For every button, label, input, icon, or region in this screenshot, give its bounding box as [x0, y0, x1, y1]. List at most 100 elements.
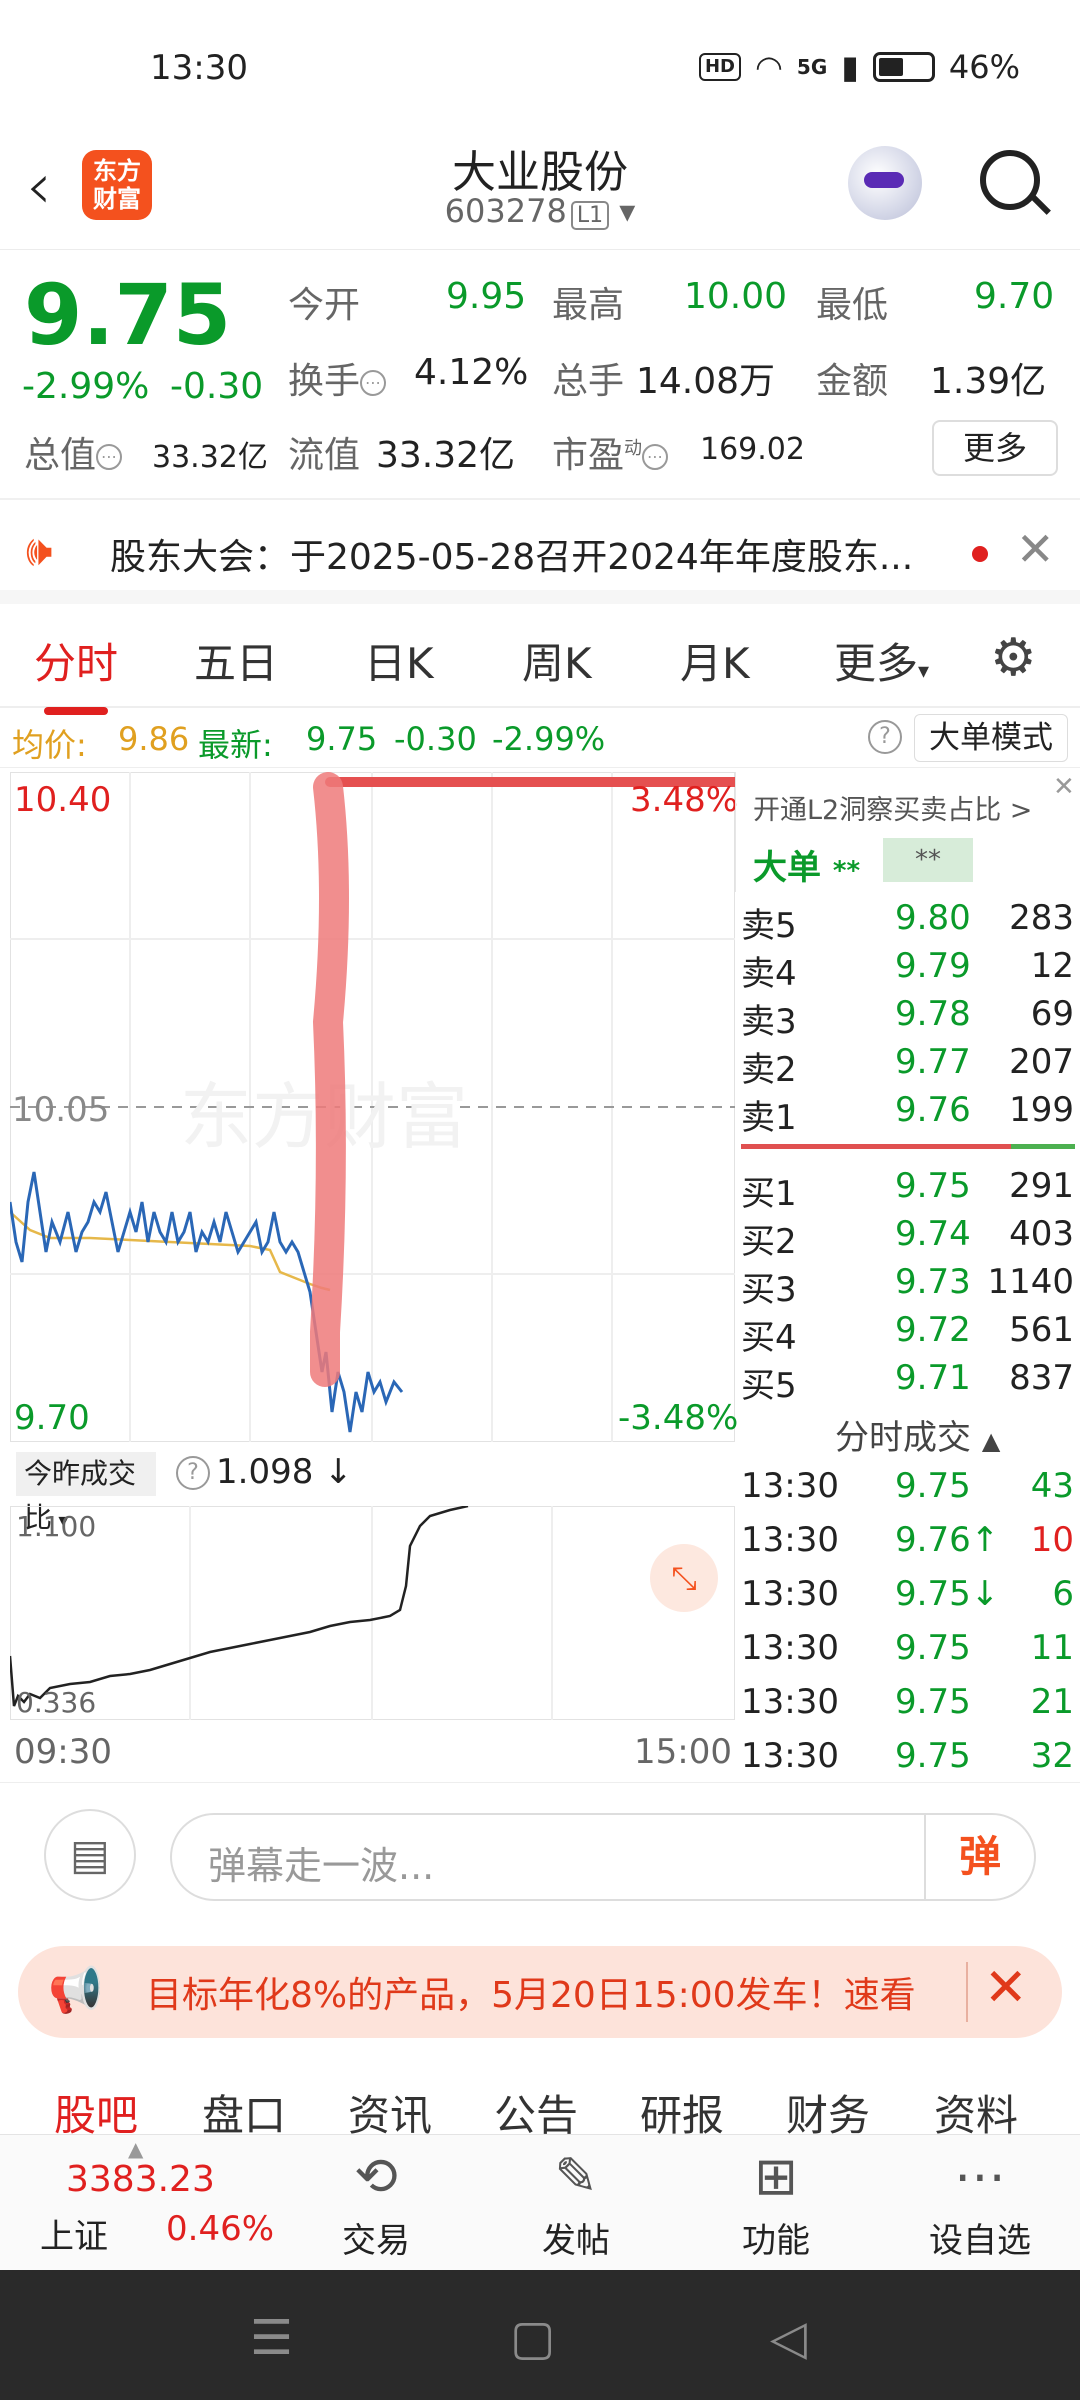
change-amount: -0.30	[170, 366, 264, 407]
ratio-chart-svg	[10, 1506, 735, 1720]
y-top-price: 10.40	[14, 780, 112, 820]
status-icons: HD ◠ 5G ▮ 46%	[698, 48, 1020, 86]
index-name[interactable]: 上证	[40, 2209, 108, 2258]
volume-label: 总手	[552, 361, 625, 402]
help-icon[interactable]: ?	[868, 720, 902, 754]
close-icon[interactable]: ✕	[1016, 522, 1055, 576]
price-info-bar: 均价: 9.86 最新: 9.75 -0.30 -2.99% ? 大单模式	[0, 708, 1080, 768]
divider	[966, 1962, 968, 2022]
tick-row: 13:30 9.75 32	[741, 1736, 1074, 1776]
tick-row: 13:30 9.75↓ 6	[741, 1574, 1074, 1614]
big-order-box: **	[883, 838, 973, 882]
avg-value: 9.86	[118, 720, 190, 758]
signal-icon: ▮	[841, 48, 859, 86]
tab-more[interactable]: 更多▾	[834, 630, 929, 691]
info-icon: ⋯	[360, 370, 387, 396]
comment-settings-icon[interactable]: ▤	[44, 1809, 136, 1901]
system-nav-bar: ☰ ▢ ◁	[0, 2270, 1080, 2400]
mktcap-value: 33.32亿	[152, 440, 268, 475]
tab-monthly-k[interactable]: 月K	[680, 630, 750, 691]
y-mid-price: 10.05	[12, 1090, 110, 1130]
tab-daily-k[interactable]: 日K	[364, 630, 434, 691]
sell-ratio-bar	[741, 1144, 1011, 1149]
announcement-bar[interactable]: 🕪 股东大会：于2025-05-28召开2024年年度股东... ✕	[0, 500, 1080, 604]
turnover-label[interactable]: 换手 ⋯	[288, 352, 387, 404]
gear-icon[interactable]: ⚙	[990, 628, 1037, 688]
open-label: 今开	[288, 285, 361, 326]
network-label: 5G	[796, 55, 828, 79]
post-button[interactable]: ✎ 发帖	[506, 2147, 646, 2262]
ratio-selector[interactable]: 今昨成交比 ▾	[16, 1452, 156, 1534]
menu-icon[interactable]: ☰	[250, 2310, 293, 2366]
buy-row: 买1 9.75 291	[741, 1166, 1074, 1214]
announcement-text[interactable]: 股东大会：于2025-05-28召开2024年年度股东...	[110, 528, 913, 580]
index-percent[interactable]: 0.46%	[166, 2209, 274, 2249]
danmaku-input[interactable]: 弹幕走一波... 弹	[170, 1813, 1036, 1901]
caret-up-icon: ▲	[981, 1427, 1001, 1455]
speaker-icon: 🕪	[26, 526, 53, 575]
close-icon[interactable]: ✕	[984, 1958, 1028, 2018]
megaphone-icon: 📢	[48, 1965, 103, 2016]
intraday-chart-svg: 东方财富	[10, 772, 735, 1442]
buy-row: 买5 9.71 837	[741, 1358, 1074, 1406]
trade-button[interactable]: ⟲ 交易	[306, 2147, 446, 2262]
promo-banner[interactable]: 📢 目标年化8%的产品，5月20日15:00发车！速看 ✕	[18, 1946, 1062, 2038]
danmaku-toggle-button[interactable]: 弹	[924, 1815, 1034, 1899]
volume-ratio-chart[interactable]: 今昨成交比 ▾ ? 1.098 ↓ 1.100 0.336 ⤡ 09:30 15…	[10, 1442, 735, 1782]
float-label: 流值	[288, 435, 361, 476]
comment-bar: ▤ 弹幕走一波... 弹	[0, 1782, 1080, 1932]
intraday-chart[interactable]: 东方财富 10.40 3.48% 10.05 9.70 -3.48%	[10, 772, 738, 1442]
pe-label[interactable]: 市盈动 ⋯	[552, 426, 669, 478]
add-watchlist-button[interactable]: ⋯ 设自选	[910, 2147, 1050, 2262]
y-bottom-price: 9.70	[14, 1398, 90, 1438]
chart-tabs: 分时 五日 日K 周K 月K 更多▾ ⚙	[0, 604, 1080, 715]
time-start-label: 09:30	[14, 1732, 112, 1772]
more-button[interactable]: 更多	[932, 420, 1058, 476]
functions-button[interactable]: ⊞ 功能	[706, 2147, 846, 2262]
big-order-mode-button[interactable]: 大单模式	[914, 714, 1068, 762]
edit-icon: ✎	[554, 2147, 598, 2207]
tab-weekly-k[interactable]: 周K	[522, 630, 592, 691]
help-icon[interactable]: ?	[176, 1456, 210, 1490]
tick-row: 13:30 9.75 11	[741, 1628, 1074, 1668]
time-end-label: 15:00	[634, 1732, 732, 1772]
quote-panel: 9.75 -2.99% -0.30 今开 9.95 最高 10.00 最低 9.…	[0, 250, 1080, 500]
tab-intraday[interactable]: 分时	[34, 630, 118, 715]
status-bar: 13:30 HD ◠ 5G ▮ 46%	[0, 0, 1080, 130]
promo-text[interactable]: 目标年化8%的产品，5月20日15:00发车！速看	[146, 1966, 956, 2018]
order-book: 开通L2洞察买卖占比 > ✕ 大单 ** ** 卖5 9.80 283 卖4 9.79…	[735, 772, 1080, 1782]
close-icon[interactable]: ✕	[1053, 772, 1075, 802]
index-value[interactable]: 3383.23	[66, 2159, 215, 2200]
amount-value: 1.39亿	[930, 361, 1047, 402]
back-nav-icon[interactable]: ◁	[770, 2310, 807, 2366]
level-badge: L1	[570, 201, 610, 230]
content-tabs: 股吧 盘口 资讯 公告 研报 财务 资料	[0, 2060, 1080, 2140]
grid-icon: ⊞	[754, 2147, 798, 2207]
bottom-toolbar: ▲ 3383.23 上证 0.46% ⟲ 交易 ✎ 发帖 ⊞ 功能 ⋯ 设自选	[0, 2134, 1080, 2270]
expand-icon[interactable]: ⤡	[650, 1544, 718, 1612]
sell-row: 卖2 9.77 207	[741, 1042, 1074, 1090]
mktcap-label[interactable]: 总值 ⋯	[24, 426, 123, 478]
latest-pct: -2.99%	[492, 720, 606, 758]
avg-label: 均价:	[12, 726, 87, 764]
ticks-title[interactable]: 分时成交 ▲	[835, 1410, 1000, 1459]
tick-row: 13:30 9.76↑ 10	[741, 1520, 1074, 1560]
more-dots-icon: ⋯	[954, 2147, 1006, 2207]
high-label: 最高	[552, 285, 625, 326]
turnover-value: 4.12%	[414, 352, 529, 393]
trade-icon: ⟲	[354, 2147, 398, 2207]
stock-code: 603278	[444, 192, 567, 230]
low-value: 9.70	[974, 276, 1055, 317]
status-time: 13:30	[150, 48, 248, 88]
big-order-label: 大单 **	[753, 848, 861, 888]
hd-icon: HD	[698, 53, 741, 81]
ratio-value: 1.098 ↓	[216, 1452, 353, 1492]
home-icon[interactable]: ▢	[510, 2310, 555, 2366]
assistant-robot-icon[interactable]	[848, 146, 922, 220]
sell-row: 卖5 9.80 283	[741, 898, 1074, 946]
l2-upgrade-link[interactable]: 开通L2洞察买卖占比 >	[753, 788, 1032, 827]
buy-row: 买2 9.74 403	[741, 1214, 1074, 1262]
tick-row: 13:30 9.75 21	[741, 1682, 1074, 1722]
tab-5day[interactable]: 五日	[194, 630, 278, 691]
search-icon[interactable]	[980, 150, 1040, 210]
